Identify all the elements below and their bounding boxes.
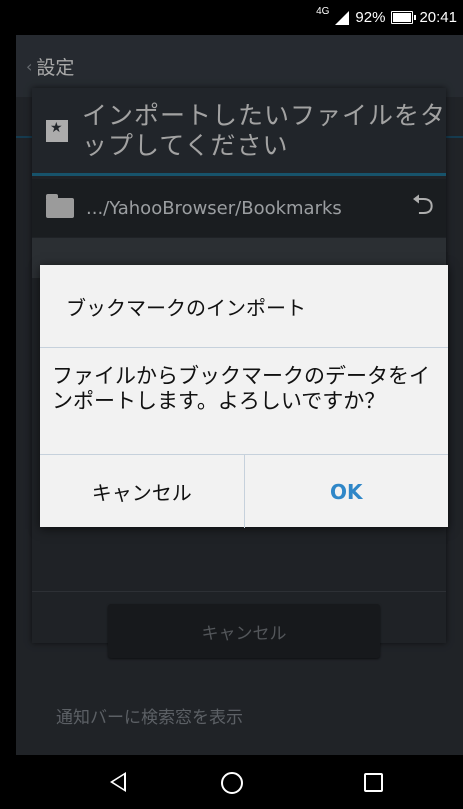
dialog-message: ファイルからブックマークのデータをインポートします。よろしいですか？ xyxy=(52,364,430,413)
clock: 20:41 xyxy=(419,9,457,26)
battery-icon xyxy=(391,11,417,24)
import-confirm-dialog: ブックマークのインポート ファイルからブックマークのデータをインポートします。よ… xyxy=(40,265,448,528)
battery-percent: 92% xyxy=(355,9,386,26)
navigation-bar xyxy=(0,755,463,809)
dialog-title: ブックマークのインポート xyxy=(40,265,448,348)
status-bar: 4G 92% 20:41 xyxy=(0,0,463,35)
signal-icon xyxy=(335,10,350,25)
nav-back-icon[interactable] xyxy=(110,772,126,792)
dialog-ok-button[interactable]: OK xyxy=(245,455,449,528)
network-type: 4G xyxy=(316,6,330,17)
nav-home-icon[interactable] xyxy=(221,772,243,794)
nav-recents-icon[interactable] xyxy=(364,773,383,792)
dialog-cancel-button[interactable]: キャンセル xyxy=(40,455,245,528)
dialog-buttons: キャンセル OK xyxy=(40,454,448,528)
